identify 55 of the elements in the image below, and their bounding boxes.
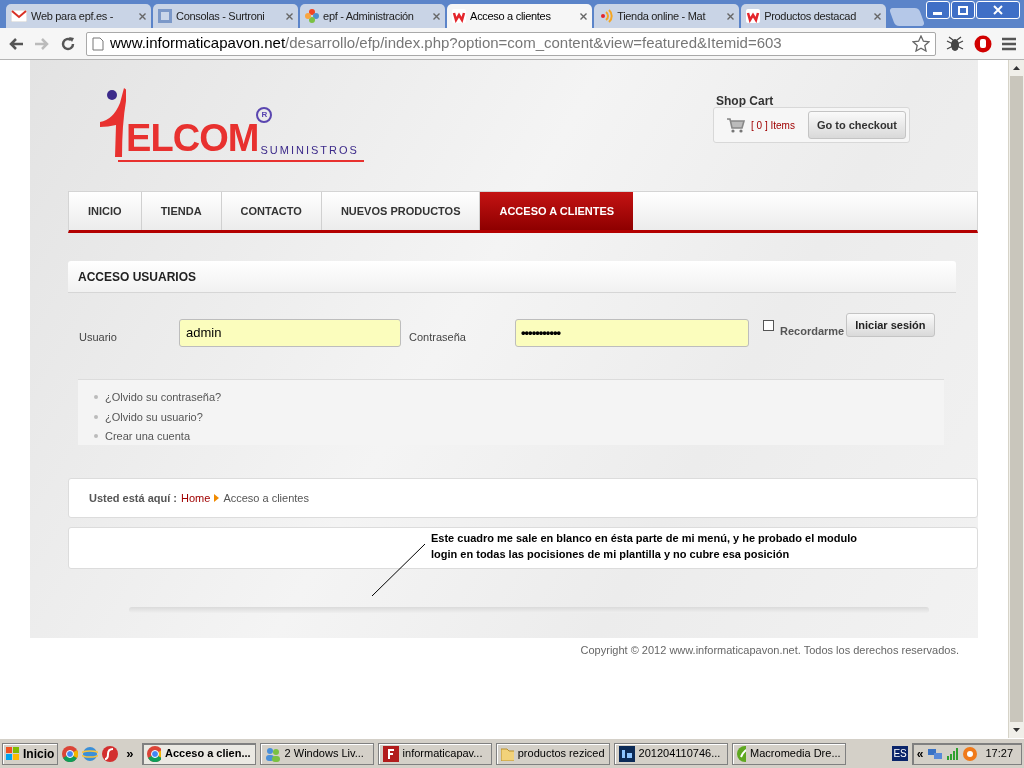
menu-tab[interactable]: INICIO <box>69 192 142 230</box>
tab-title: Web para epf.es - <box>31 8 115 24</box>
registered-mark: R <box>256 107 273 123</box>
account-link[interactable]: ¿Olvido su contraseña? <box>105 389 222 406</box>
brand-name: ELCOM <box>126 119 259 157</box>
tab-title: Acceso a clientes <box>470 8 552 24</box>
address-bar[interactable]: www.informaticapavon.net/desarrollo/efp/index.php?option=com_content&view=featured&Itemid=603 <box>86 31 936 56</box>
browser-tab[interactable]: Productos destacad <box>741 4 887 28</box>
account-link[interactable]: ¿Olvido su usuario? <box>105 408 203 425</box>
language-indicator[interactable]: ES <box>892 746 908 761</box>
taskbar-button[interactable]: Acceso a clien... <box>141 742 256 765</box>
taskbar-button[interactable]: 201204110746... <box>613 742 728 765</box>
more-icon[interactable]: » <box>122 743 138 764</box>
taskbar-button[interactable]: Macromedia Dre... <box>731 742 846 765</box>
task-title: 201204110746... <box>638 746 721 762</box>
menu-tab[interactable]: ACCESO A CLIENTES <box>480 192 634 230</box>
task-title: Macromedia Dre... <box>750 746 841 762</box>
task-title: informaticapav... <box>402 746 483 762</box>
checkout-button[interactable]: Go to checkout <box>807 111 906 139</box>
cart-title: Shop Cart <box>716 95 775 107</box>
tab-title: Tienda online - Mat <box>617 8 707 24</box>
browser-tab[interactable]: Web para epf.es - <box>6 4 152 28</box>
task-title: productos reziced <box>517 746 605 762</box>
password-field[interactable]: ••••••••••• <box>515 319 749 347</box>
breadcrumb-current: Acceso a clientes <box>223 490 309 506</box>
browser-tab[interactable]: Tienda online - Mat <box>594 4 740 28</box>
breadcrumb-label: Usted está aquí : <box>89 490 178 506</box>
remember-label: Recordarme <box>780 324 845 339</box>
url-text: www.informaticapavon.net/desarrollo/efp/index.php?option=com_content&view=featured&Itemid=603 <box>110 33 783 54</box>
brand-tagline: SUMINISTROS <box>260 145 359 156</box>
tab-title: Consolas - Surtroni <box>176 8 266 24</box>
browser-tab[interactable]: Acceso a clientes <box>447 4 593 28</box>
login-button[interactable]: Iniciar sesión <box>846 313 935 338</box>
taskbar-button[interactable]: productos reziced <box>495 742 610 765</box>
tab-title: Productos destacad <box>764 8 857 24</box>
task-title: 2 Windows Liv... <box>284 746 364 762</box>
clock[interactable]: 17:27 <box>981 745 1017 762</box>
browser-tab[interactable]: Consolas - Surtroni <box>153 4 299 28</box>
cart-count[interactable]: [ 0 ] Items <box>751 117 795 133</box>
browser-tab[interactable]: epf - Administración <box>300 4 446 28</box>
username-field[interactable]: admin <box>179 319 401 347</box>
password-label: Contraseña <box>409 330 467 345</box>
account-link[interactable]: Crear una cuenta <box>105 428 190 445</box>
breadcrumb-link[interactable]: Home <box>181 489 211 507</box>
taskbar-button[interactable]: informaticapav... <box>377 742 492 765</box>
menu-tab[interactable]: TIENDA <box>141 192 222 230</box>
menu-tab[interactable]: CONTACTO <box>221 192 322 230</box>
start-button[interactable]: Inicio <box>2 742 59 765</box>
tab-title: epf - Administración <box>323 8 415 24</box>
taskbar-button[interactable]: 2 Windows Liv... <box>259 742 374 765</box>
copyright-text: Copyright © 2012 www.informaticapavon.net. Todos los derechos reservados. <box>580 643 959 658</box>
module-title: ACCESO USUARIOS <box>78 268 196 286</box>
tray-expand-icon[interactable]: « <box>916 744 924 763</box>
username-label: Usuario <box>79 330 118 345</box>
task-title: Acceso a clien... <box>164 746 251 762</box>
